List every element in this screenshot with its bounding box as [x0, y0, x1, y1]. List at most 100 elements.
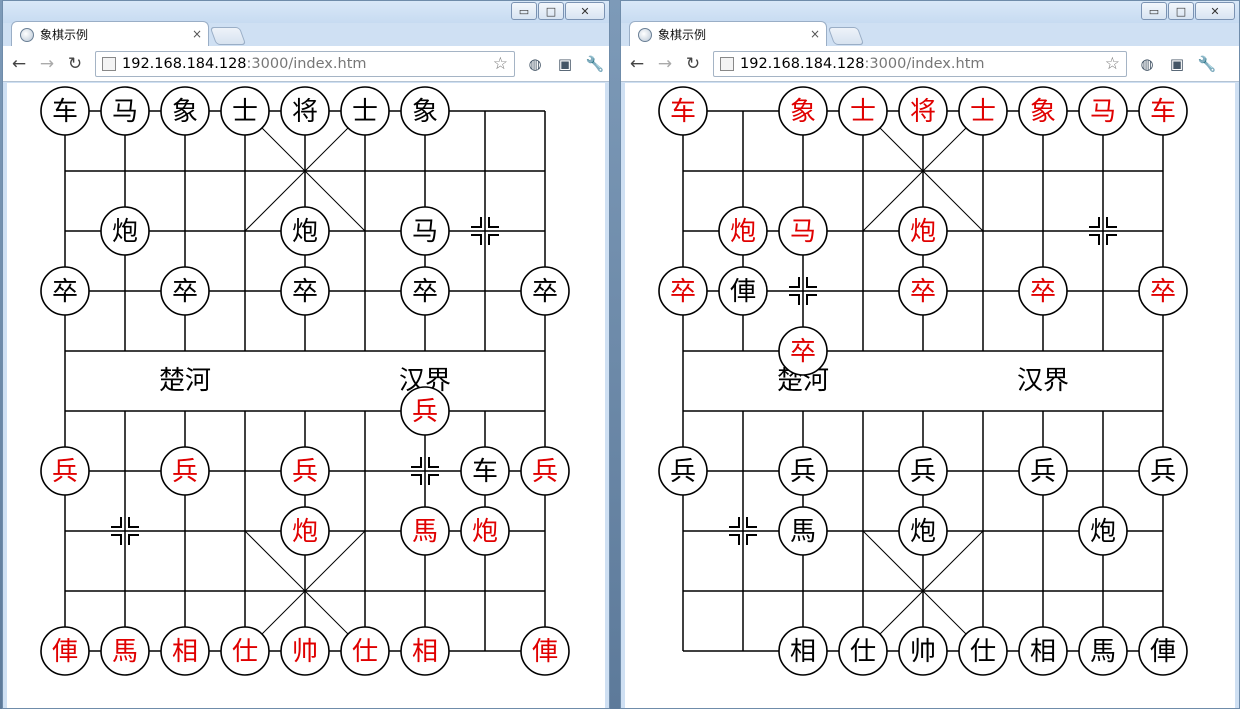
- maximize-button[interactable]: □: [1168, 2, 1194, 20]
- chess-piece[interactable]: 相: [400, 626, 450, 676]
- chess-piece[interactable]: 馬: [778, 506, 828, 556]
- chess-piece[interactable]: 炮: [1078, 506, 1128, 556]
- chess-piece[interactable]: 俥: [1138, 626, 1188, 676]
- piece-label[interactable]: 炮: [1090, 517, 1116, 547]
- piece-label[interactable]: 兵: [172, 457, 198, 487]
- bookmark-star-icon[interactable]: ☆: [1105, 54, 1120, 74]
- chess-piece[interactable]: 卒: [1138, 266, 1188, 316]
- chess-piece[interactable]: 兵: [778, 446, 828, 496]
- wrench-icon[interactable]: 🔧: [585, 54, 605, 74]
- chess-piece[interactable]: 馬: [1078, 626, 1128, 676]
- forward-arrow-icon[interactable]: →: [653, 52, 677, 76]
- chess-piece[interactable]: 象: [160, 86, 210, 136]
- piece-label[interactable]: 车: [670, 97, 696, 127]
- piece-label[interactable]: 兵: [292, 457, 318, 487]
- piece-label[interactable]: 兵: [412, 397, 438, 427]
- piece-label[interactable]: 象: [1030, 97, 1056, 127]
- chess-piece[interactable]: 兵: [40, 446, 90, 496]
- chess-piece[interactable]: 兵: [898, 446, 948, 496]
- piece-label[interactable]: 马: [412, 217, 438, 247]
- chess-piece[interactable]: 卒: [160, 266, 210, 316]
- piece-label[interactable]: 将: [292, 97, 318, 127]
- chess-piece[interactable]: 馬: [400, 506, 450, 556]
- piece-label[interactable]: 馬: [112, 637, 138, 667]
- close-button[interactable]: ✕: [565, 2, 605, 20]
- piece-label[interactable]: 卒: [52, 277, 78, 307]
- chess-piece[interactable]: 卒: [898, 266, 948, 316]
- piece-label[interactable]: 兵: [52, 457, 78, 487]
- piece-label[interactable]: 炮: [292, 517, 318, 547]
- piece-label[interactable]: 士: [352, 97, 378, 127]
- chess-piece[interactable]: 仕: [340, 626, 390, 676]
- piece-label[interactable]: 象: [172, 97, 198, 127]
- piece-label[interactable]: 卒: [292, 277, 318, 307]
- page-menu-icon[interactable]: ▣: [555, 54, 575, 74]
- chess-piece[interactable]: 俥: [40, 626, 90, 676]
- chess-piece[interactable]: 相: [160, 626, 210, 676]
- chess-piece[interactable]: 马: [100, 86, 150, 136]
- minimize-button[interactable]: ▭: [511, 2, 537, 20]
- piece-label[interactable]: 马: [1090, 97, 1116, 127]
- chess-piece[interactable]: 士: [340, 86, 390, 136]
- chess-piece[interactable]: 士: [958, 86, 1008, 136]
- piece-label[interactable]: 帅: [910, 637, 936, 667]
- chess-piece[interactable]: 士: [838, 86, 888, 136]
- chess-piece[interactable]: 俥: [520, 626, 570, 676]
- chess-piece[interactable]: 车: [460, 446, 510, 496]
- chess-piece[interactable]: 馬: [100, 626, 150, 676]
- piece-label[interactable]: 将: [910, 97, 936, 127]
- chess-piece[interactable]: 相: [778, 626, 828, 676]
- piece-label[interactable]: 兵: [1150, 457, 1176, 487]
- chess-piece[interactable]: 帅: [898, 626, 948, 676]
- minimize-button[interactable]: ▭: [1141, 2, 1167, 20]
- piece-label[interactable]: 卒: [172, 277, 198, 307]
- piece-label[interactable]: 士: [232, 97, 258, 127]
- chess-piece[interactable]: 兵: [280, 446, 330, 496]
- address-bar[interactable]: 192.168.184.128:3000/index.htm ☆: [713, 50, 1127, 77]
- chess-piece[interactable]: 相: [1018, 626, 1068, 676]
- chess-piece[interactable]: 帅: [280, 626, 330, 676]
- piece-label[interactable]: 帅: [292, 637, 318, 667]
- globe-extension-icon[interactable]: ◍: [525, 54, 545, 74]
- chess-piece[interactable]: 象: [778, 86, 828, 136]
- tab-close-icon[interactable]: ×: [192, 27, 202, 41]
- piece-label[interactable]: 炮: [910, 217, 936, 247]
- chess-piece[interactable]: 炮: [718, 206, 768, 256]
- piece-label[interactable]: 卒: [532, 277, 558, 307]
- piece-label[interactable]: 兵: [790, 457, 816, 487]
- piece-label[interactable]: 兵: [910, 457, 936, 487]
- chess-piece[interactable]: 马: [778, 206, 828, 256]
- page-menu-icon[interactable]: ▣: [1167, 54, 1187, 74]
- chess-piece[interactable]: 卒: [1018, 266, 1068, 316]
- piece-label[interactable]: 象: [790, 97, 816, 127]
- piece-label[interactable]: 仕: [970, 637, 996, 667]
- piece-label[interactable]: 馬: [1090, 637, 1116, 667]
- chess-piece[interactable]: 兵: [658, 446, 708, 496]
- piece-label[interactable]: 马: [112, 97, 138, 127]
- back-arrow-icon[interactable]: ←: [625, 52, 649, 76]
- chess-piece[interactable]: 卒: [400, 266, 450, 316]
- chess-piece[interactable]: 车: [658, 86, 708, 136]
- chess-piece[interactable]: 马: [1078, 86, 1128, 136]
- chess-piece[interactable]: 俥: [718, 266, 768, 316]
- back-arrow-icon[interactable]: ←: [7, 52, 31, 76]
- piece-label[interactable]: 相: [172, 637, 198, 667]
- piece-label[interactable]: 炮: [472, 517, 498, 547]
- chess-piece[interactable]: 仕: [958, 626, 1008, 676]
- chess-piece[interactable]: 卒: [520, 266, 570, 316]
- new-tab-button[interactable]: [827, 27, 865, 45]
- piece-label[interactable]: 卒: [670, 277, 696, 307]
- chess-piece[interactable]: 兵: [1138, 446, 1188, 496]
- piece-label[interactable]: 炮: [910, 517, 936, 547]
- chess-piece[interactable]: 将: [280, 86, 330, 136]
- chess-piece[interactable]: 将: [898, 86, 948, 136]
- piece-label[interactable]: 俥: [1150, 637, 1176, 667]
- chess-piece[interactable]: 兵: [160, 446, 210, 496]
- piece-label[interactable]: 馬: [790, 517, 816, 547]
- piece-label[interactable]: 馬: [412, 517, 438, 547]
- piece-label[interactable]: 兵: [532, 457, 558, 487]
- piece-label[interactable]: 仕: [352, 637, 378, 667]
- chess-piece[interactable]: 兵: [400, 386, 450, 436]
- piece-label[interactable]: 象: [412, 97, 438, 127]
- piece-label[interactable]: 卒: [910, 277, 936, 307]
